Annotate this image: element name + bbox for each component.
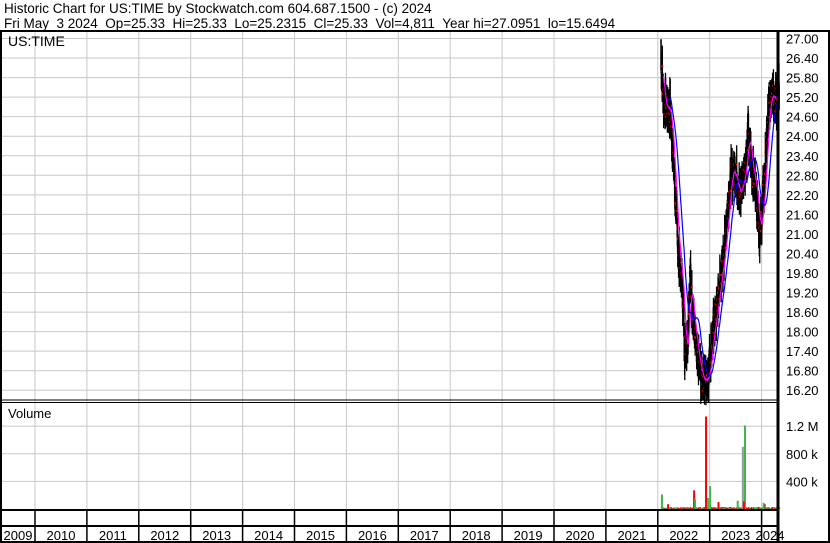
price-tick-label: 18.60 [786, 305, 819, 320]
price-tick-label: 25.20 [786, 90, 819, 105]
close-mark [720, 273, 723, 276]
price-tick-label: 19.80 [786, 266, 819, 281]
volume-tick-label: 1.2 M [786, 419, 819, 434]
x-tick-label: 2017 [410, 528, 439, 543]
x-tick-label: 2011 [99, 528, 127, 543]
price-volume-chart: 2009 2010 2011 2012 2013 2014 2015 2016 2017 2018… [0, 30, 830, 543]
x-tick-label: 2022 [669, 528, 698, 543]
x-tick-label: 2020 [566, 528, 595, 543]
volume-bar [709, 486, 712, 509]
price-tick-label: 26.40 [786, 51, 819, 66]
chart-window: Historic Chart for US:TIME by Stockwatch… [0, 0, 830, 543]
x-tick-label: 2024 [756, 528, 785, 543]
x-tick-label: 2015 [306, 528, 335, 543]
price-tick-label: 21.60 [786, 207, 819, 222]
volume-bar [660, 494, 663, 509]
price-tick-label: 21.00 [786, 227, 819, 242]
x-tick-label: 2018 [462, 528, 491, 543]
price-tick-label: 19.20 [786, 286, 819, 301]
volume-bar [694, 499, 697, 509]
volume-label: Volume [8, 406, 51, 421]
close-mark [690, 286, 693, 289]
volume-bar [743, 425, 746, 509]
price-tick-label: 17.40 [786, 344, 819, 359]
x-tick-label: 2019 [514, 528, 543, 543]
price-tick-label: 23.40 [786, 149, 819, 164]
symbol-label: US:TIME [8, 33, 65, 49]
close-mark [661, 65, 664, 68]
price-tick-label: 27.00 [786, 32, 819, 47]
volume-tick-label: 400 k [786, 474, 818, 489]
price-tick-label: 16.20 [786, 383, 819, 398]
close-mark [687, 312, 690, 315]
x-tick-label: 2012 [150, 528, 179, 543]
x-tick-label: 2014 [254, 528, 283, 543]
x-tick-label: 2013 [202, 528, 231, 543]
volume-bar [707, 497, 710, 509]
volume-bar [762, 502, 765, 509]
price-tick-label: 24.00 [786, 129, 819, 144]
price-tick-label: 22.20 [786, 188, 819, 203]
chart-frame [0, 30, 830, 543]
price-tick-label: 22.80 [786, 168, 819, 183]
x-tick-label: 2016 [358, 528, 387, 543]
volume-bar [736, 500, 739, 509]
close-mark [735, 163, 738, 166]
x-tick-label: 2010 [47, 528, 76, 543]
volume-bar [717, 502, 720, 509]
price-tick-label: 25.80 [786, 71, 819, 86]
volume-bar [705, 416, 708, 509]
volume-bar [742, 501, 745, 509]
x-tick-label: 2009 [4, 528, 33, 543]
price-tick-label: 16.80 [786, 364, 819, 379]
volume-bar [741, 446, 744, 509]
volume-bar [667, 504, 670, 509]
price-tick-label: 20.40 [786, 246, 819, 261]
x-tick-label: 2023 [721, 528, 750, 543]
x-tick-label: 2021 [617, 528, 646, 543]
volume-tick-label: 800 k [786, 447, 818, 462]
price-tick-label: 18.00 [786, 325, 819, 340]
price-tick-label: 24.60 [786, 110, 819, 125]
